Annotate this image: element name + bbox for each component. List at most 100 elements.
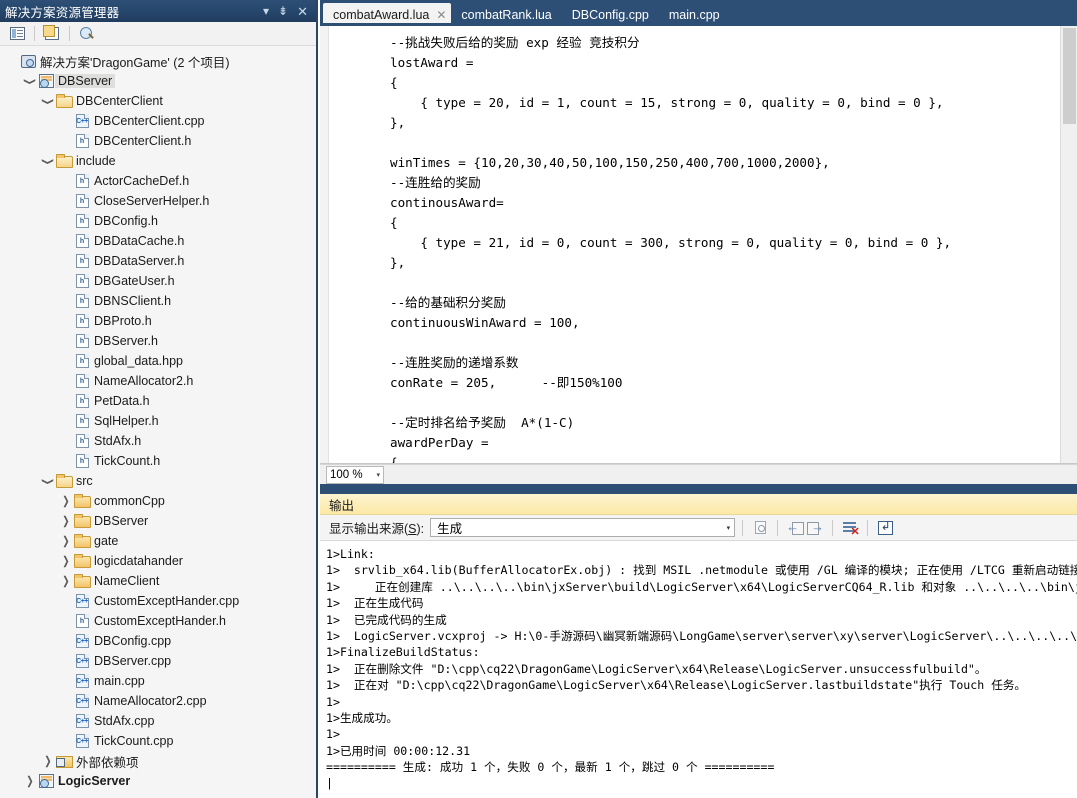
close-icon[interactable]: ✕ xyxy=(297,5,308,18)
chevron-right-icon[interactable] xyxy=(23,777,37,786)
chevron-down-icon[interactable] xyxy=(41,477,55,486)
toggle-word-wrap-icon[interactable] xyxy=(875,518,895,537)
tree-item[interactable]: DBServer xyxy=(0,511,316,531)
clear-all-icon[interactable] xyxy=(840,518,860,537)
tree-item[interactable]: C++NameAllocator2.cpp xyxy=(0,691,316,711)
find-message-in-code-icon[interactable] xyxy=(750,518,770,537)
tree-item[interactable]: C++CustomExceptHander.cpp xyxy=(0,591,316,611)
folder-open-icon xyxy=(56,475,72,487)
output-source-combobox[interactable]: 生成 ▾ xyxy=(430,518,735,537)
tree-item[interactable]: C++DBCenterClient.cpp xyxy=(0,111,316,131)
editor-vertical-scrollbar[interactable] xyxy=(1060,26,1077,463)
tree-item[interactable]: hNameAllocator2.h xyxy=(0,371,316,391)
scrollbar-thumb[interactable] xyxy=(1063,28,1076,124)
chevron-right-icon[interactable] xyxy=(59,517,73,526)
code-line: { xyxy=(390,73,1050,93)
properties-icon[interactable] xyxy=(6,24,28,44)
output-line: 1> xyxy=(326,726,1077,742)
go-to-previous-message-icon[interactable] xyxy=(785,518,805,537)
folder-icon xyxy=(74,535,90,547)
cpp-file-icon: C++ xyxy=(76,594,89,608)
tree-item[interactable]: NameClient xyxy=(0,571,316,591)
chevron-right-icon[interactable] xyxy=(59,557,73,566)
tree-item[interactable]: hTickCount.h xyxy=(0,451,316,471)
editor-statusbar: 100 % ▾ xyxy=(320,464,1077,484)
tree-item[interactable]: C++DBConfig.cpp xyxy=(0,631,316,651)
tree-item[interactable]: C++main.cpp xyxy=(0,671,316,691)
tree-item[interactable]: gate xyxy=(0,531,316,551)
tree-item[interactable]: C++TickCount.cpp xyxy=(0,731,316,751)
refresh-icon[interactable] xyxy=(76,24,98,44)
tree-item-icon: h xyxy=(73,234,91,248)
tree-item[interactable]: hStdAfx.h xyxy=(0,431,316,451)
output-line: 1> 正在删除文件 "D:\cpp\cq22\DragonGame\LogicS… xyxy=(326,661,1077,677)
tree-item[interactable]: hActorCacheDef.h xyxy=(0,171,316,191)
tree-item[interactable]: commonCpp xyxy=(0,491,316,511)
tree-item[interactable]: C++DBServer.cpp xyxy=(0,651,316,671)
tree-item[interactable]: hDBNSClient.h xyxy=(0,291,316,311)
zoom-level-combobox[interactable]: 100 % ▾ xyxy=(326,466,384,484)
tree-item[interactable]: LogicServer xyxy=(0,771,316,791)
chevron-right-icon[interactable] xyxy=(59,577,73,586)
tree-item[interactable]: hDBProto.h xyxy=(0,311,316,331)
tree-item[interactable]: hglobal_data.hpp xyxy=(0,351,316,371)
go-to-next-message-icon[interactable] xyxy=(805,518,825,537)
chevron-down-icon[interactable] xyxy=(23,77,37,86)
code-line xyxy=(390,393,1050,413)
tree-item[interactable]: hCustomExceptHander.h xyxy=(0,611,316,631)
chevron-right-icon[interactable] xyxy=(41,757,55,766)
tree-item-label: DBConfig.h xyxy=(91,214,158,228)
tree-item[interactable]: DBServer xyxy=(0,71,316,91)
output-line: 1>已用时间 00:00:12.31 xyxy=(326,743,1077,759)
chevron-right-icon[interactable] xyxy=(59,497,73,506)
tab-label: combatRank.lua xyxy=(461,8,551,22)
solution-tree[interactable]: 解决方案'DragonGame' (2 个项目)DBServerDBCenter… xyxy=(0,46,316,791)
tree-item-icon: h xyxy=(73,394,91,408)
tree-item[interactable]: hDBConfig.h xyxy=(0,211,316,231)
tree-item[interactable]: 解决方案'DragonGame' (2 个项目) xyxy=(0,51,316,71)
tree-item-label: NameClient xyxy=(91,574,159,588)
tree-item[interactable]: hCloseServerHelper.h xyxy=(0,191,316,211)
code-text[interactable]: --挑战失败后给的奖励 exp 经验 竞技积分lostAward ={ { ty… xyxy=(330,26,1050,463)
tree-item-icon: C++ xyxy=(73,674,91,688)
tree-item-label: TickCount.cpp xyxy=(91,734,173,748)
dropdown-icon[interactable]: ▾ xyxy=(263,5,269,17)
tree-item[interactable]: DBCenterClient xyxy=(0,91,316,111)
tree-item[interactable]: hDBDataServer.h xyxy=(0,251,316,271)
scrollbar-track[interactable] xyxy=(400,468,1063,481)
project-icon xyxy=(39,774,54,788)
tree-item[interactable]: include xyxy=(0,151,316,171)
tree-item[interactable]: hDBServer.h xyxy=(0,331,316,351)
tree-item[interactable]: src xyxy=(0,471,316,491)
tree-item-icon: h xyxy=(73,354,91,368)
tree-item[interactable]: C++StdAfx.cpp xyxy=(0,711,316,731)
folder-icon xyxy=(74,495,90,507)
chevron-right-icon[interactable] xyxy=(59,537,73,546)
tree-item-label: DBServer.h xyxy=(91,334,158,348)
code-line: conRate = 205, --即150%100 xyxy=(390,373,1050,393)
chevron-down-icon[interactable] xyxy=(41,157,55,166)
tree-item[interactable]: 外部依赖项 xyxy=(0,751,316,771)
tree-item[interactable]: hPetData.h xyxy=(0,391,316,411)
header-file-icon: h xyxy=(76,334,89,348)
tree-item-label: DBConfig.cpp xyxy=(91,634,171,648)
pin-icon[interactable]: ⇟ xyxy=(278,5,288,17)
folder-icon xyxy=(74,515,90,527)
code-editor[interactable]: --挑战失败后给的奖励 exp 经验 竞技积分lostAward ={ { ty… xyxy=(320,26,1077,464)
visual-studio-window: 解决方案资源管理器 ▾ ⇟ ✕ 解决方案'DragonGame' (2 个项目)… xyxy=(0,0,1077,798)
tree-item[interactable]: logicdatahander xyxy=(0,551,316,571)
pane-divider[interactable] xyxy=(320,484,1077,494)
tree-item[interactable]: hDBGateUser.h xyxy=(0,271,316,291)
tree-item[interactable]: hDBCenterClient.h xyxy=(0,131,316,151)
output-log-text[interactable]: 1>Link:1> srvlib_x64.lib(BufferAllocator… xyxy=(320,542,1077,798)
tree-item[interactable]: hSqlHelper.h xyxy=(0,411,316,431)
tree-item-icon xyxy=(37,774,55,788)
editor-horizontal-scrollbar[interactable] xyxy=(388,467,1075,482)
tree-item[interactable]: hDBDataCache.h xyxy=(0,231,316,251)
show-all-files-icon[interactable] xyxy=(41,24,63,44)
chevron-down-icon[interactable] xyxy=(41,97,55,106)
tab-close-icon[interactable]: ✕ xyxy=(436,9,446,21)
header-file-icon: h xyxy=(76,234,89,248)
output-panel: 输出 显示输出来源(S): 生成 ▾ 1>Link:1> srvlib_x64.… xyxy=(320,494,1077,798)
folder-icon xyxy=(74,575,90,587)
